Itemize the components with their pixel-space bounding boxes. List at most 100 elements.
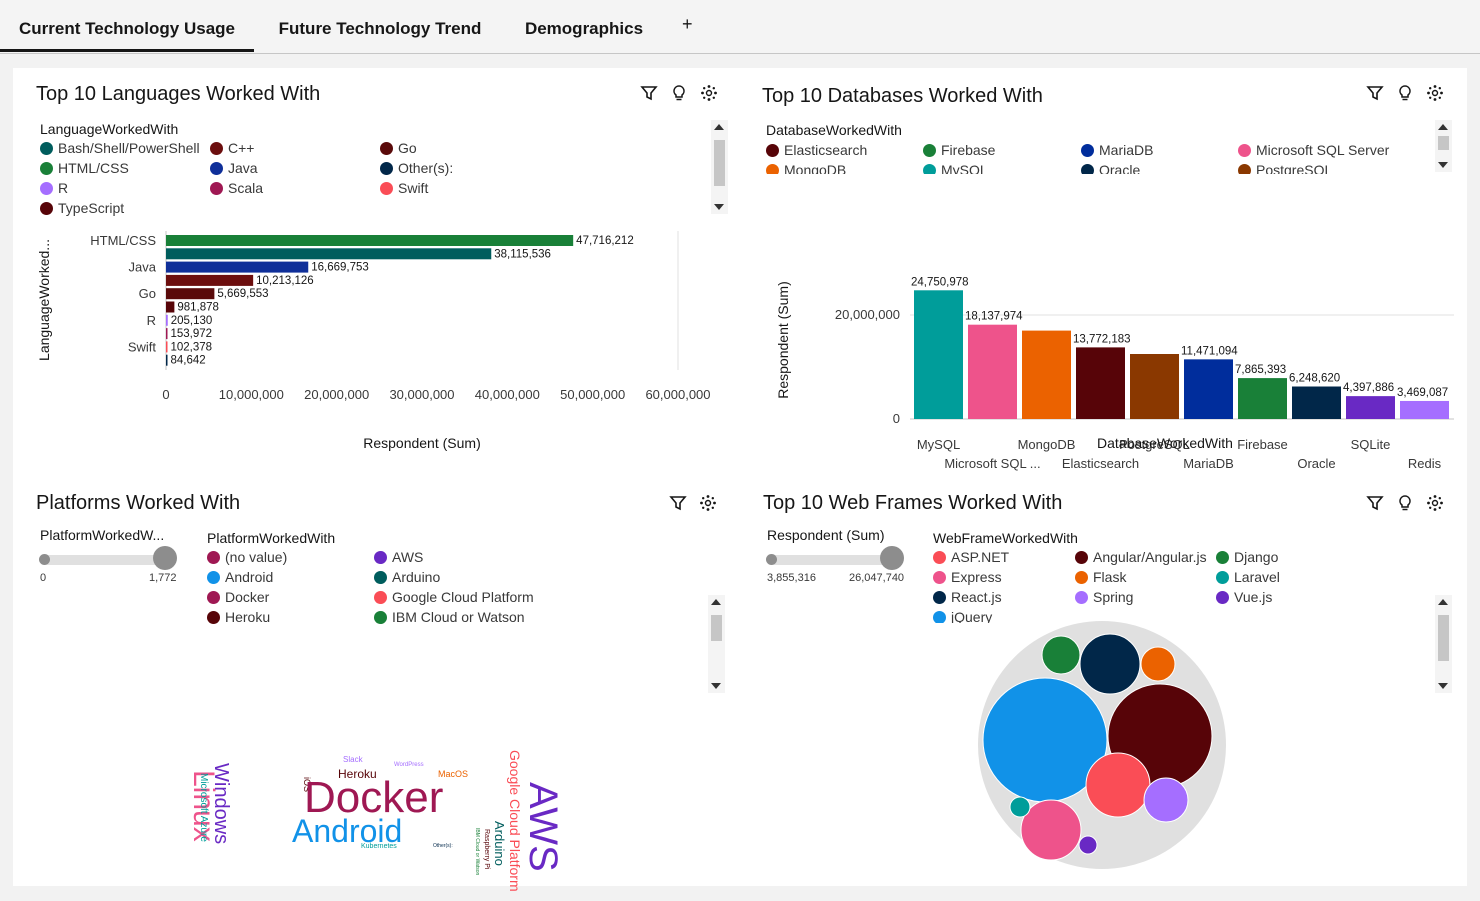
scroll-down-icon[interactable] — [711, 683, 721, 689]
x-tick-label: Firebase — [1237, 437, 1288, 452]
legend-scrollbar[interactable] — [711, 120, 728, 214]
legend-swatch — [207, 610, 220, 624]
tab-future-technology-trend[interactable]: Future Technology Trend — [262, 0, 498, 52]
legend-item[interactable]: MariaDB — [1081, 142, 1153, 158]
legend-item[interactable]: HTML/CSS — [40, 160, 129, 176]
range-slider-track[interactable] — [43, 555, 169, 565]
filter-icon[interactable] — [1366, 494, 1384, 512]
word-cloud-word[interactable]: Google Cloud Platform — [507, 750, 523, 892]
lightbulb-icon[interactable] — [670, 84, 688, 102]
filter-icon[interactable] — [640, 84, 658, 102]
explore-icon[interactable] — [700, 84, 718, 102]
legend-item[interactable]: ASP.NET — [933, 549, 1009, 565]
word-cloud-word[interactable]: Kubernetes — [361, 843, 397, 850]
legend-title: LanguageWorkedWith — [40, 121, 179, 137]
bar-data-label: 11,471,094 — [1181, 345, 1238, 357]
legend-item[interactable]: Elasticsearch — [766, 142, 867, 158]
legend-item[interactable]: IBM Cloud or Watson — [374, 609, 525, 625]
word-cloud-word[interactable]: Slack — [343, 756, 363, 764]
word-cloud-word[interactable]: Arduino — [492, 821, 507, 866]
scroll-up-icon[interactable] — [714, 124, 724, 130]
legend-item[interactable]: Docker — [207, 589, 269, 605]
legend-item[interactable]: Android — [207, 569, 273, 585]
word-cloud-word[interactable]: IBM Cloud or Watson — [474, 828, 480, 875]
word-cloud-word[interactable]: Other(s): — [433, 844, 453, 849]
legend-item[interactable]: Oracle — [1081, 162, 1140, 174]
legend-item[interactable]: R — [40, 180, 68, 196]
legend-item[interactable]: TypeScript — [40, 200, 124, 216]
legend-item[interactable]: Bash/Shell/PowerShell — [40, 140, 200, 156]
legend-item[interactable]: Scala — [210, 180, 263, 196]
x-tick-label: Elasticsearch — [1062, 456, 1139, 471]
legend-swatch — [207, 570, 220, 584]
legend-label: Vue.js — [1234, 589, 1273, 605]
legend-scrollbar[interactable] — [1435, 595, 1452, 693]
legend-item[interactable]: Arduino — [374, 569, 440, 585]
webframes-panel: Top 10 Web Frames Worked With Respondent… — [742, 480, 1467, 886]
legend-item[interactable]: PostgreSQL — [1238, 162, 1332, 174]
explore-icon[interactable] — [1426, 84, 1444, 102]
word-cloud-word[interactable]: Microsoft Azure — [198, 773, 209, 842]
slider-min-handle[interactable] — [39, 554, 50, 565]
legend-item[interactable]: MongoDB — [766, 162, 846, 174]
explore-icon[interactable] — [699, 494, 717, 512]
legend-item[interactable]: Google Cloud Platform — [374, 589, 534, 605]
legend-item[interactable]: Microsoft SQL Server — [1238, 142, 1389, 158]
legend-item[interactable]: Flask — [1075, 569, 1126, 585]
scroll-up-icon[interactable] — [1438, 599, 1448, 605]
legend-item[interactable]: C++ — [210, 140, 254, 156]
tab-demographics[interactable]: Demographics — [512, 0, 656, 52]
scrollbar-thumb[interactable] — [714, 140, 725, 186]
scroll-down-icon[interactable] — [714, 204, 724, 210]
legend-item[interactable]: React.js — [933, 589, 1002, 605]
word-cloud-word[interactable]: Windows — [210, 763, 232, 844]
legend-item[interactable]: Spring — [1075, 589, 1133, 605]
legend-swatch — [40, 181, 53, 195]
y-tick-label: Swift — [128, 339, 157, 354]
scroll-down-icon[interactable] — [1438, 683, 1448, 689]
legend-scrollbar[interactable] — [708, 595, 725, 693]
legend-item[interactable]: AWS — [374, 549, 423, 565]
legend-item[interactable]: Java — [210, 160, 258, 176]
scrollbar-thumb[interactable] — [711, 615, 722, 641]
word-cloud-word[interactable]: AWS — [521, 782, 565, 872]
scrollbar-thumb[interactable] — [1438, 615, 1449, 661]
slider-max-handle[interactable] — [153, 546, 177, 570]
legend-swatch — [374, 590, 387, 604]
legend-item[interactable]: Django — [1216, 549, 1278, 565]
legend-item[interactable]: Laravel — [1216, 569, 1280, 585]
legend-item[interactable]: Angular/Angular.js — [1075, 549, 1207, 565]
scroll-up-icon[interactable] — [711, 599, 721, 605]
legend-item[interactable]: MySQL — [923, 162, 988, 174]
legend-item[interactable]: Firebase — [923, 142, 995, 158]
legend-item[interactable]: Swift — [380, 180, 428, 196]
x-tick-label: 10,000,000 — [219, 387, 284, 402]
legend-item[interactable]: Heroku — [207, 609, 270, 625]
add-tab-button[interactable]: + — [682, 14, 693, 35]
word-cloud-word[interactable]: WordPress — [394, 762, 424, 768]
lightbulb-icon[interactable] — [1396, 494, 1414, 512]
legend-label: MariaDB — [1099, 142, 1154, 158]
legend-item[interactable]: (no value) — [207, 549, 287, 565]
legend-item[interactable]: Go — [380, 140, 417, 156]
tab-current-technology-usage[interactable]: Current Technology Usage — [0, 0, 254, 52]
legend-label: Swift — [398, 180, 429, 196]
legend-label: Spring — [1093, 589, 1134, 605]
filter-icon[interactable] — [1366, 84, 1384, 102]
explore-icon[interactable] — [1426, 494, 1444, 512]
lightbulb-icon[interactable] — [1396, 84, 1414, 102]
scrollbar-thumb[interactable] — [1438, 136, 1449, 150]
legend-label: HTML/CSS — [58, 160, 129, 176]
legend-item[interactable]: Express — [933, 569, 1002, 585]
scroll-down-icon[interactable] — [1438, 162, 1448, 168]
x-tick-label: 30,000,000 — [389, 387, 454, 402]
legend-swatch — [933, 610, 946, 623]
legend-item[interactable]: Vue.js — [1216, 589, 1272, 605]
legend-swatch — [380, 181, 393, 195]
legend-item[interactable]: Other(s): — [380, 160, 453, 176]
word-cloud-word[interactable]: Raspberry Pi — [483, 829, 490, 869]
filter-icon[interactable] — [669, 494, 687, 512]
legend-scrollbar[interactable] — [1435, 120, 1452, 172]
legend-swatch — [380, 141, 393, 155]
scroll-up-icon[interactable] — [1438, 124, 1448, 130]
